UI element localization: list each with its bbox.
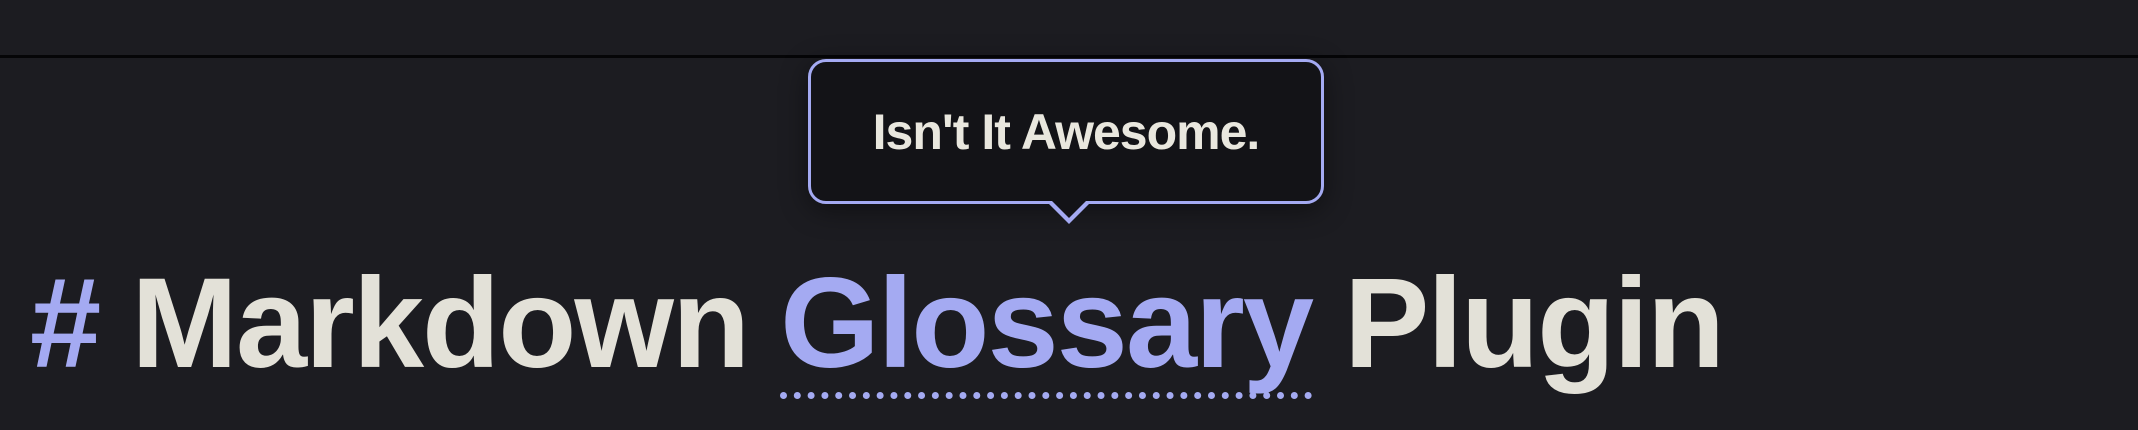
glossary-tooltip: Isn't It Awesome.: [808, 59, 1324, 204]
glossary-term-link[interactable]: Glossary: [780, 260, 1314, 399]
heading-word-plugin: Plugin: [1344, 252, 1725, 395]
heading-word-markdown: Markdown: [131, 252, 750, 395]
heading-line: # Markdown Glossary Plugin: [30, 252, 1725, 399]
tooltip-arrow-fill: [1050, 199, 1088, 218]
heading-marker: #: [30, 252, 101, 395]
top-bar: [0, 0, 2138, 58]
tooltip-text: Isn't It Awesome.: [872, 103, 1261, 160]
